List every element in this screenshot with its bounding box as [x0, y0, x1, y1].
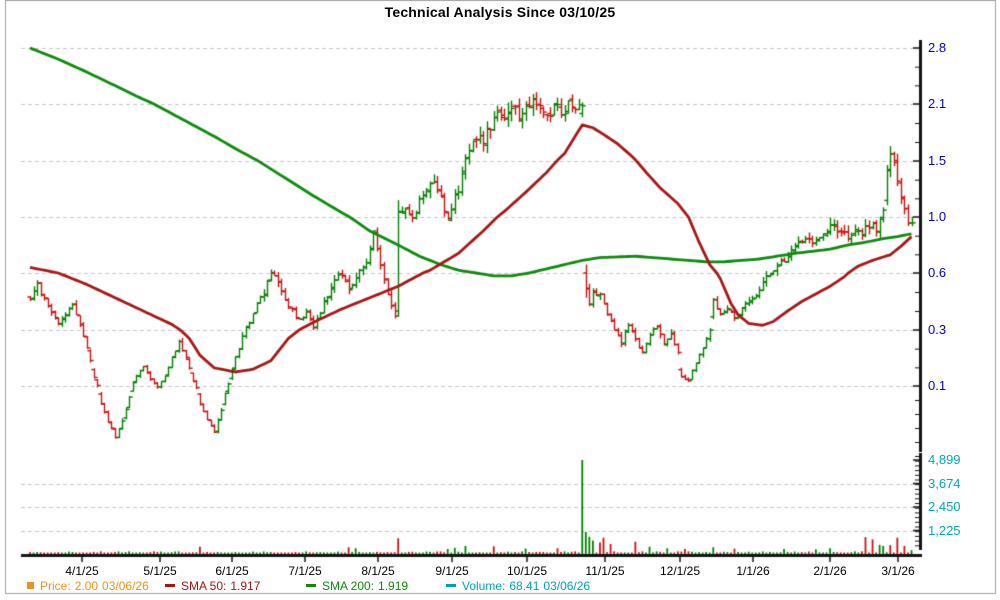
sma200-legend-value: 1.919 [378, 579, 408, 593]
x-axis-label: 1/1/26 [736, 565, 769, 577]
x-axis-label: 5/1/25 [143, 565, 176, 577]
volume-axis-label: 1,225 [928, 524, 961, 537]
price-axis-label: 0.1 [928, 379, 946, 392]
volume-legend-value: 68.41 [509, 579, 539, 593]
technical-analysis-chart: Technical Analysis Since 03/10/25 2.8 2.1… [0, 0, 1000, 600]
x-axis-label: 2/1/26 [813, 565, 846, 577]
sma50-line-icon [165, 584, 175, 587]
price-axis-label: 0.3 [928, 323, 946, 336]
price-legend-date: 03/06/26 [102, 579, 149, 593]
volume-axis-label: 2,450 [928, 500, 961, 513]
price-legend-label: Price: [40, 579, 71, 593]
page-title: Technical Analysis Since 03/10/25 [0, 4, 1000, 20]
price-legend-value: 2.00 [75, 579, 98, 593]
volume-legend-label: Volume: [462, 579, 505, 593]
chart-legend: Price: 2.00 03/06/26 SMA 50: 1.917 SMA 200:… [0, 579, 1000, 595]
chart-canvas [0, 0, 1000, 600]
x-axis-label: 10/1/25 [507, 565, 547, 577]
price-swatch-icon [27, 582, 34, 589]
price-axis-label: 1.5 [928, 154, 946, 167]
x-axis-label: 9/1/25 [435, 565, 468, 577]
volume-legend-date: 03/06/26 [543, 579, 590, 593]
x-axis-label: 11/1/25 [585, 565, 624, 577]
price-axis-label: 2.1 [928, 97, 946, 110]
sma50-legend-value: 1.917 [230, 579, 260, 593]
x-axis-label: 7/1/25 [288, 565, 321, 577]
legend-item-price: Price: 2.00 03/06/26 [27, 579, 153, 593]
price-axis-label: 1.0 [928, 210, 946, 223]
x-axis-label: 6/1/25 [215, 565, 248, 577]
price-axis-label: 0.6 [928, 266, 946, 279]
sma200-legend-label: SMA 200: [322, 579, 374, 593]
sma200-line-icon [306, 584, 316, 587]
x-axis-label: 4/1/25 [65, 565, 98, 577]
legend-item-sma200: SMA 200: 1.919 [306, 579, 412, 593]
x-axis-label: 12/1/25 [660, 565, 700, 577]
volume-line-icon [446, 584, 456, 587]
legend-item-volume: Volume: 68.41 03/06/26 [446, 579, 594, 593]
x-axis-label: 8/1/25 [361, 565, 394, 577]
x-axis-label: 3/1/26 [881, 565, 914, 577]
volume-axis-label: 4,899 [928, 453, 961, 466]
sma50-legend-label: SMA 50: [181, 579, 226, 593]
legend-item-sma50: SMA 50: 1.917 [165, 579, 264, 593]
price-axis-label: 2.8 [928, 41, 946, 54]
volume-axis-label: 3,674 [928, 477, 961, 490]
